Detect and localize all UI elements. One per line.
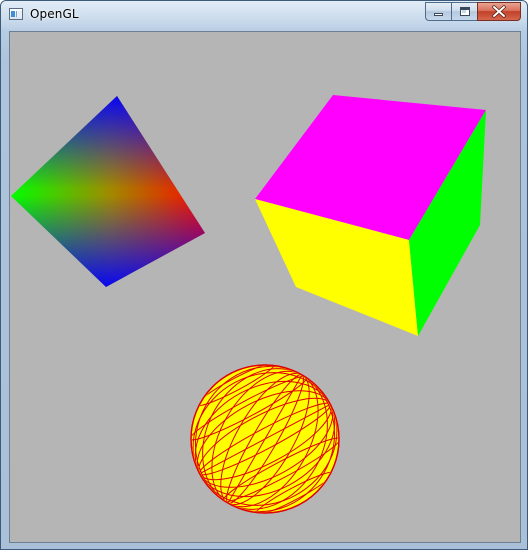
- caption-buttons: [425, 2, 521, 21]
- window-title: OpenGL: [30, 7, 79, 21]
- opengl-canvas[interactable]: [9, 31, 521, 543]
- title-bar[interactable]: OpenGL: [1, 1, 527, 30]
- opengl-window: OpenGL: [0, 0, 528, 550]
- minimize-button[interactable]: [425, 2, 451, 21]
- minimize-icon: [434, 13, 443, 16]
- window-app-icon[interactable]: [9, 8, 23, 20]
- close-button[interactable]: [477, 2, 521, 21]
- close-icon: [492, 5, 506, 18]
- maximize-icon: [460, 7, 470, 16]
- gradient-square: [11, 96, 205, 287]
- cube: [255, 95, 486, 336]
- scene-svg: [11, 95, 486, 516]
- maximize-button[interactable]: [451, 2, 477, 21]
- wireframe-sphere: [189, 362, 341, 516]
